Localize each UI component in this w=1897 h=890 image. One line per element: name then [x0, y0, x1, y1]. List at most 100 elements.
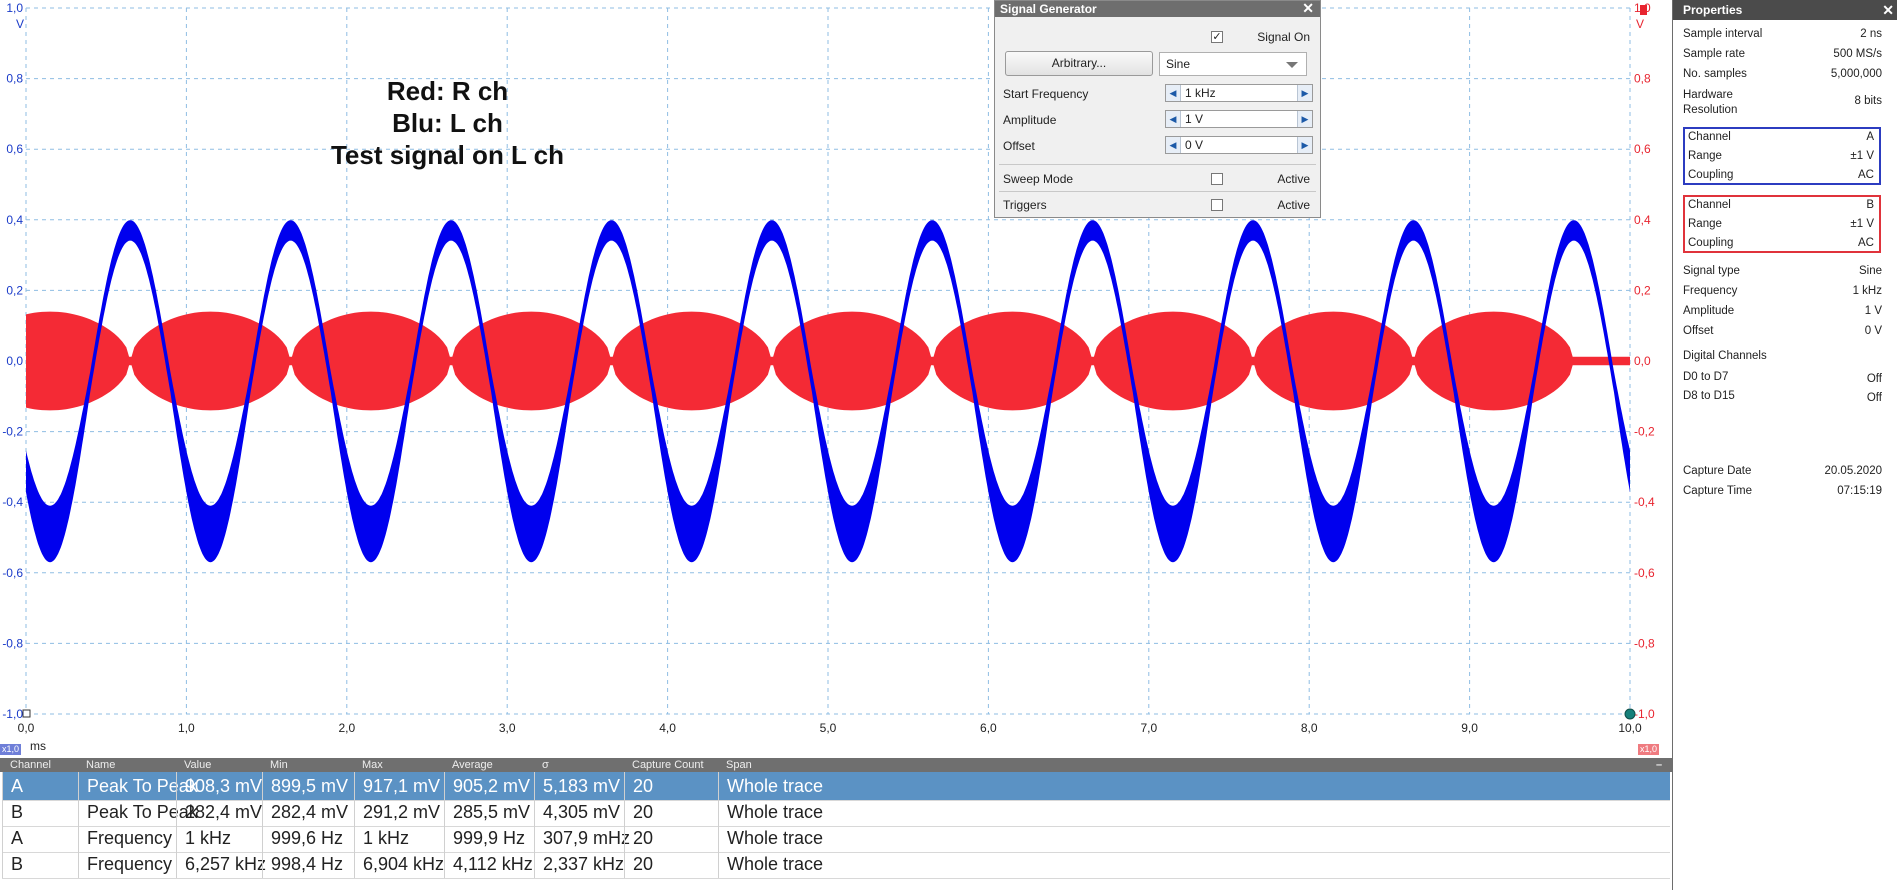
y-tick-label-right: -0,6	[1634, 566, 1655, 580]
waveform-plot[interactable]: 1,0 0,8 0,6 0,4 0,2 0,0 -0,2 -0,4 -0,6 -0,8 -1,0 1,…	[0, 0, 1672, 754]
close-icon[interactable]: ✕	[1302, 1, 1314, 16]
signal-generator-title: Signal Generator	[1000, 2, 1097, 16]
sweep-mode-checkbox[interactable]	[1211, 173, 1223, 185]
triggers-checkbox[interactable]	[1211, 199, 1223, 211]
left-scale-tag[interactable]: x1,0	[0, 744, 22, 755]
property-value: 2 ns	[1860, 28, 1882, 40]
property-key: Hardware Resolution	[1683, 88, 1737, 118]
column-header[interactable]: Average	[444, 758, 493, 772]
property-value: ±1 V	[1850, 150, 1874, 162]
table-row[interactable]: B Peak To Peak 282,4 mV 282,4 mV 291,2 mV 285…	[2, 798, 1670, 827]
property-row: Range ±1 V	[1688, 150, 1874, 166]
decrement-arrow-icon[interactable]: ◀	[1166, 85, 1181, 101]
offset-label: Offset	[1003, 139, 1035, 153]
ruler-marker-right	[1640, 5, 1647, 15]
y-tick-label-right: 0,4	[1634, 213, 1651, 227]
amplitude-label: Amplitude	[1003, 113, 1057, 127]
property-key: Signal type	[1683, 265, 1740, 277]
property-value: Off	[1866, 373, 1882, 385]
table-cell: A	[2, 824, 78, 852]
collapse-icon[interactable]: –	[1648, 758, 1662, 772]
table-row[interactable]: A Peak To Peak 908,3 mV 899,5 mV 917,1 mV 905…	[2, 772, 1670, 801]
y-tick-label-right: 0,6	[1634, 142, 1651, 156]
series-b-burst	[26, 311, 131, 411]
property-row: Signal type Sine	[1683, 265, 1882, 281]
increment-arrow-icon[interactable]: ▶	[1297, 137, 1312, 153]
decrement-arrow-icon[interactable]: ◀	[1166, 137, 1181, 153]
start-frequency-row: Start Frequency ◀ 1 kHz ▶	[1001, 82, 1314, 106]
chevron-down-icon	[1286, 62, 1298, 68]
column-header[interactable]: σ	[534, 758, 549, 772]
amplitude-value[interactable]: 1 V	[1185, 112, 1203, 126]
amplitude-spinner[interactable]: ◀ 1 V ▶	[1165, 110, 1313, 128]
series-b-trace	[26, 311, 1630, 411]
amplitude-row: Amplitude ◀ 1 V ▶	[1001, 108, 1314, 132]
channel-a-box[interactable]: Channel A Range ±1 V Coupling AC	[1683, 127, 1881, 185]
x-tick-label: 1,0	[178, 721, 195, 735]
signal-generator-titlebar[interactable]: Signal Generator ✕	[995, 1, 1320, 17]
table-cell: 999,9 Hz	[444, 824, 534, 852]
y-tick-label-right: -0,4	[1634, 495, 1655, 509]
property-value: Off	[1866, 392, 1882, 404]
digital-channels-heading: Digital Channels	[1683, 350, 1882, 366]
channel-b-box[interactable]: Channel B Range ±1 V Coupling AC	[1683, 195, 1881, 253]
table-cell: 307,9 mHz	[534, 824, 630, 852]
series-b-burst	[771, 311, 933, 411]
close-icon[interactable]: ✕	[1882, 0, 1894, 20]
table-cell: 20	[624, 850, 718, 878]
property-key: Amplitude	[1683, 305, 1735, 317]
annotation-line: Red: R ch	[386, 76, 509, 106]
property-value: 20.05.2020	[1824, 465, 1882, 477]
y-tick-label-left: 0,4	[6, 213, 23, 227]
y-tick-label-right: 0,2	[1634, 283, 1651, 297]
decrement-arrow-icon[interactable]: ◀	[1166, 111, 1181, 127]
arbitrary-button[interactable]: Arbitrary...	[1005, 51, 1153, 76]
column-header[interactable]: Max	[354, 758, 383, 772]
trigger-marker-left	[22, 709, 31, 718]
y-tick-label-left: -0,2	[2, 425, 23, 439]
x-tick-label: 2,0	[338, 721, 355, 735]
signal-on-label: Signal On	[1257, 30, 1310, 44]
annotation-text: Red: R ch Blu: L ch Test signal on L ch	[295, 75, 600, 171]
start-frequency-spinner[interactable]: ◀ 1 kHz ▶	[1165, 84, 1313, 102]
table-cell: 6,904 kHz	[354, 850, 444, 878]
y-tick-label-left: 0,2	[6, 283, 23, 297]
table-cell: 4,305 mV	[534, 798, 624, 826]
increment-arrow-icon[interactable]: ▶	[1297, 111, 1312, 127]
table-cell: Frequency	[78, 824, 176, 852]
right-scale-tag[interactable]: x1,0	[1638, 744, 1660, 755]
offset-spinner[interactable]: ◀ 0 V ▶	[1165, 136, 1313, 154]
table-cell: 899,5 mV	[262, 772, 354, 800]
table-row[interactable]: B Frequency 6,257 kHz 998,4 Hz 6,904 kHz 4,11…	[2, 850, 1670, 879]
column-header[interactable]: Name	[78, 758, 115, 772]
offset-value[interactable]: 0 V	[1185, 138, 1203, 152]
waveform-select[interactable]: Sine	[1159, 52, 1307, 76]
column-header[interactable]: Value	[176, 758, 211, 772]
series-b-burst	[611, 311, 772, 411]
scope-view[interactable]: 1,0 0,8 0,6 0,4 0,2 0,0 -0,2 -0,4 -0,6 -0,8 -1,0 1,…	[0, 0, 1672, 754]
start-frequency-value[interactable]: 1 kHz	[1185, 86, 1216, 100]
table-cell: Peak To Peak	[78, 772, 198, 800]
properties-titlebar: Properties ✕	[1673, 0, 1897, 20]
signal-on-row: ✓ Signal On	[1001, 25, 1314, 49]
property-value: 1 V	[1864, 305, 1882, 317]
table-cell: 2,337 kHz	[534, 850, 624, 878]
signal-generator-dialog: Signal Generator ✕ ✓ Signal On Arbitrary…	[994, 0, 1321, 218]
series-b-burst	[130, 311, 291, 411]
column-header[interactable]: Span	[718, 758, 752, 772]
column-header[interactable]: Capture Count	[624, 758, 704, 772]
property-value: AC	[1858, 237, 1874, 249]
table-row[interactable]: A Frequency 1 kHz 999,6 Hz 1 kHz 999,9 Hz 307,…	[2, 824, 1670, 853]
increment-arrow-icon[interactable]: ▶	[1297, 85, 1312, 101]
column-header[interactable]: Channel	[2, 758, 51, 772]
property-value: 8 bits	[1854, 95, 1883, 107]
signal-on-checkbox[interactable]: ✓	[1211, 31, 1223, 43]
property-row: Capture Time 07:15:19	[1683, 485, 1882, 501]
column-header[interactable]: Min	[262, 758, 288, 772]
table-cell: Peak To Peak	[78, 798, 198, 826]
series-b-burst	[1413, 311, 1574, 411]
property-row: Capture Date 20.05.2020	[1683, 465, 1882, 481]
triggers-active-label: Active	[1277, 198, 1310, 212]
table-cell: 282,4 mV	[262, 798, 354, 826]
sweep-mode-row: Sweep Mode Active	[1001, 167, 1314, 191]
